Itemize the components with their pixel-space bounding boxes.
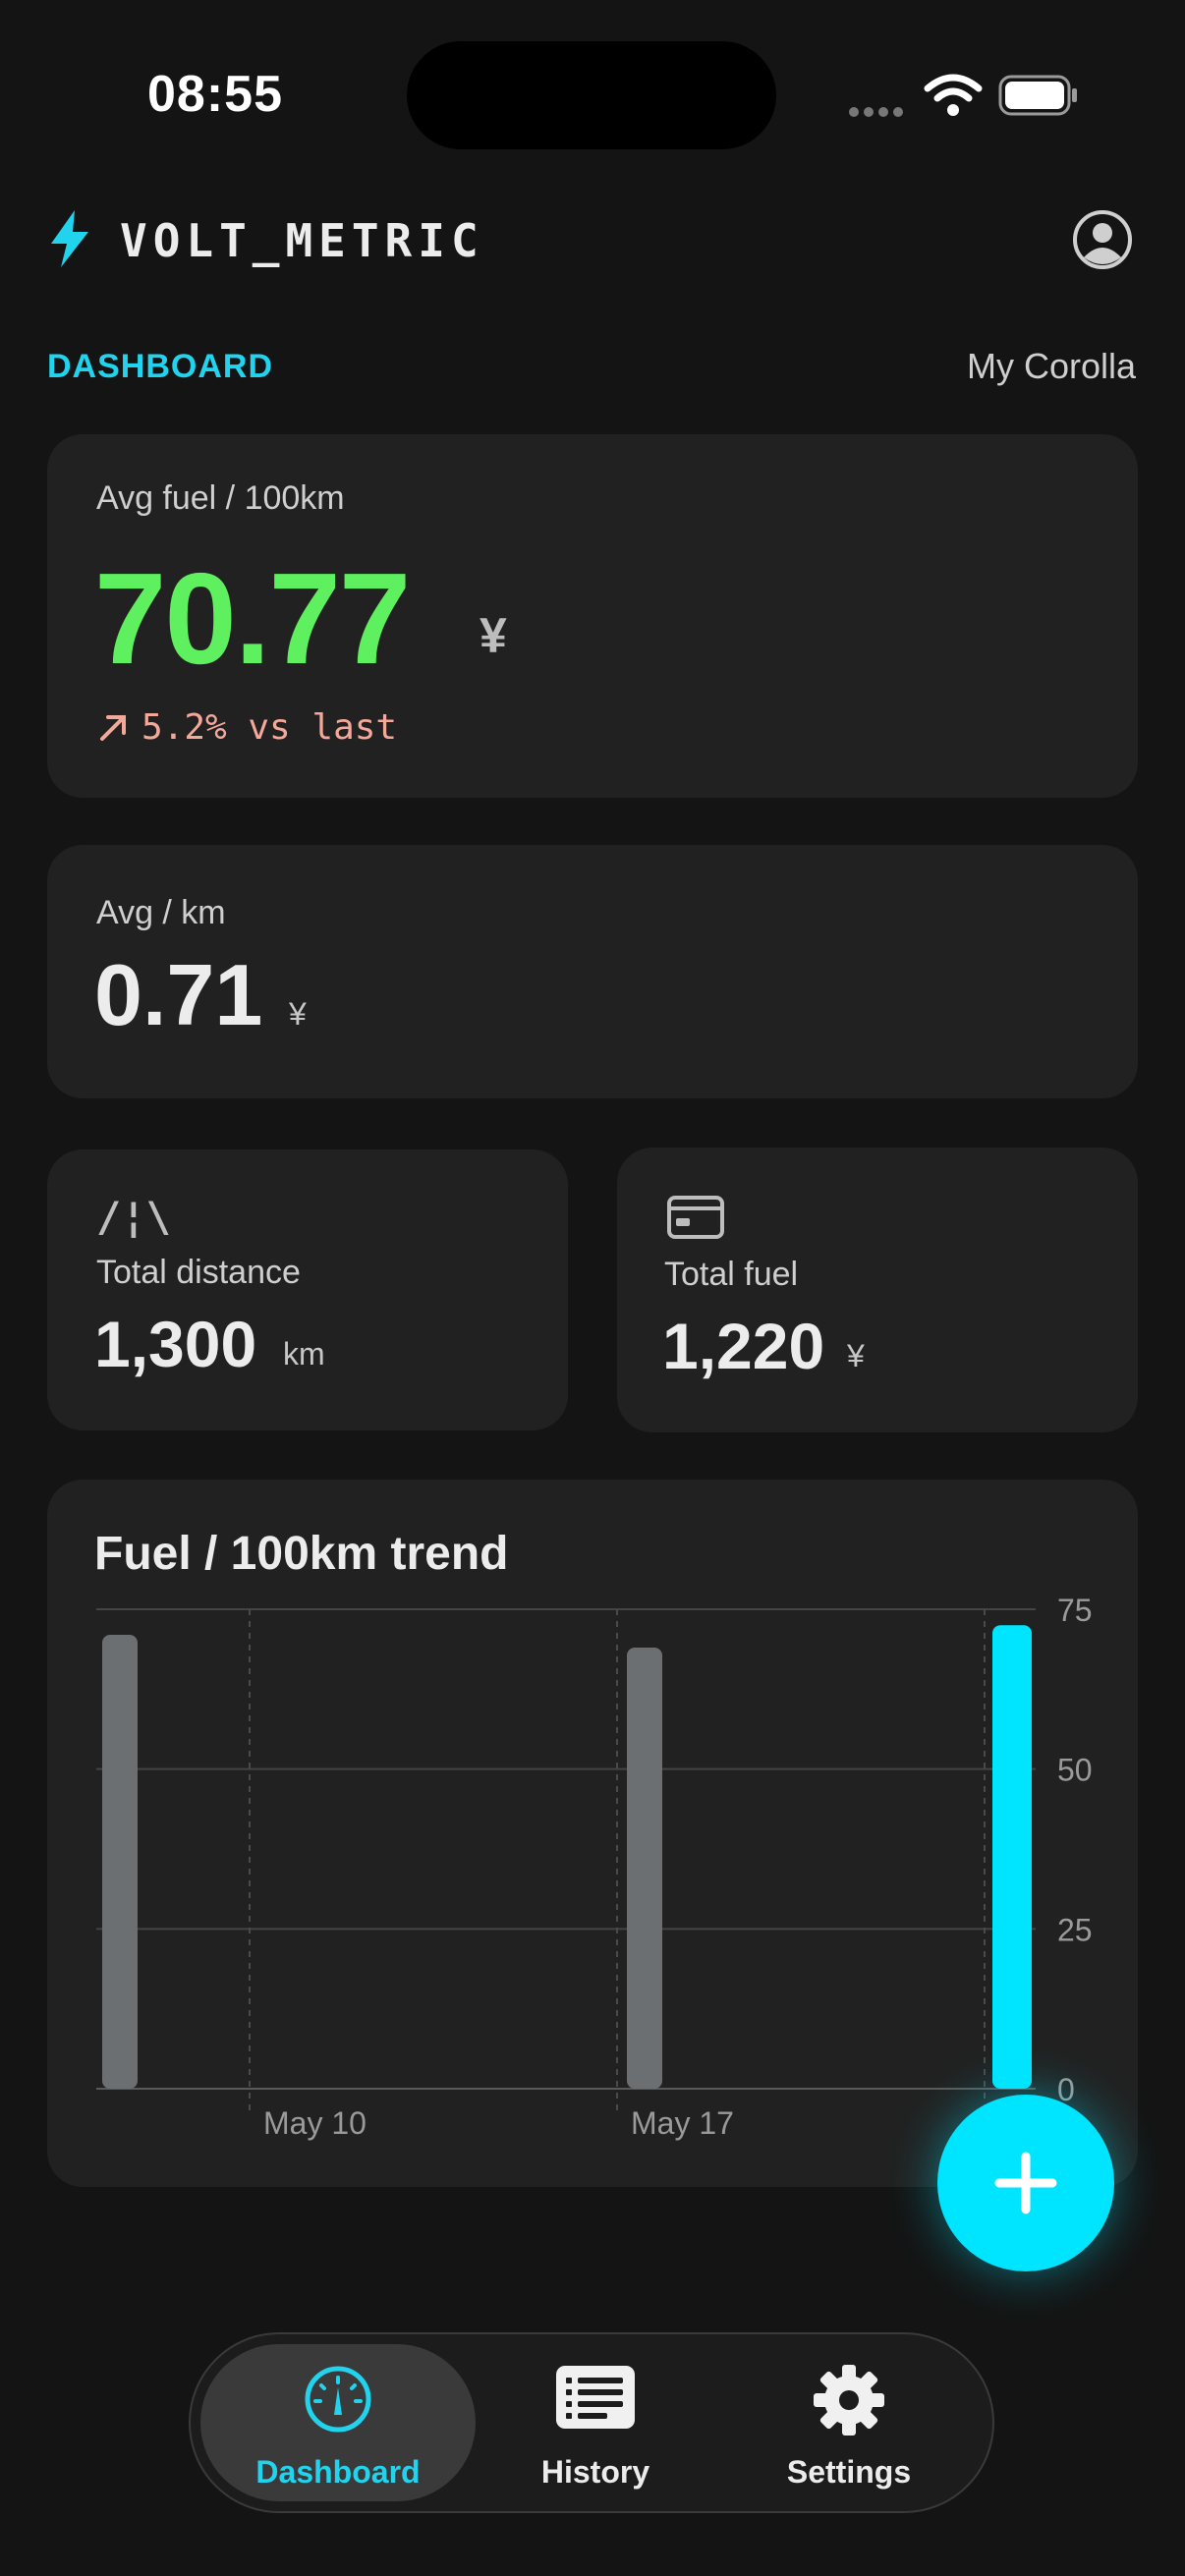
total-distance-value: 1,300: [94, 1308, 257, 1380]
list-icon: [556, 2366, 635, 2429]
x-tick-label: May 10: [263, 2105, 367, 2141]
tab-settings-label: Settings: [786, 2454, 912, 2490]
avg-km-value: 0.71: [94, 946, 263, 1043]
tab-settings[interactable]: Settings: [711, 2344, 987, 2501]
gear-icon: [814, 2365, 884, 2436]
tab-history-label: History: [540, 2454, 650, 2490]
avg-fuel-value: 70.77: [94, 546, 411, 691]
tab-history[interactable]: History: [458, 2344, 733, 2501]
section-title: DASHBOARD: [47, 348, 273, 385]
fuel-trend-chart-card: Fuel / 100km trend 75 50 25 0 May 10 May 17: [47, 1480, 1138, 2187]
avg-km-unit: ¥: [289, 996, 307, 1032]
total-fuel-label: Total fuel: [664, 1256, 799, 1293]
tab-dashboard[interactable]: Dashboard: [200, 2344, 476, 2501]
avg-km-label: Avg / km: [96, 894, 226, 931]
total-fuel-unit: ¥: [847, 1338, 865, 1373]
plus-icon: [994, 2152, 1057, 2214]
app-brand: VOLT_METRIC: [120, 214, 484, 267]
x-tick-label: May 17: [631, 2105, 734, 2141]
status-time: 08:55: [147, 66, 283, 123]
bottom-tab-bar: Dashboard History Settings: [189, 2332, 994, 2513]
battery-icon: [998, 75, 1077, 116]
trend-up-arrow-icon: [100, 715, 126, 741]
credit-card-icon: [667, 1196, 724, 1239]
y-tick-label: 75: [1057, 1593, 1093, 1628]
total-distance-unit: km: [283, 1336, 325, 1372]
bar-current: [992, 1625, 1032, 2089]
y-tick-label: 50: [1057, 1753, 1093, 1788]
vehicle-selector[interactable]: My Corolla: [967, 346, 1136, 387]
bar: [627, 1648, 662, 2089]
bolt-icon: [51, 210, 88, 267]
fuel-trend-chart: 7550250May 10 May 17: [96, 1593, 1093, 2141]
total-fuel-value: 1,220: [662, 1310, 825, 1382]
profile-icon[interactable]: [1071, 208, 1134, 271]
avg-per-km-card: Avg / km 0.71 ¥: [47, 845, 1138, 1098]
wifi-icon: [924, 74, 983, 116]
total-distance-card: /¦\ Total distance 1,300 km: [47, 1149, 568, 1430]
avg-fuel-label: Avg fuel / 100km: [96, 479, 345, 517]
road-icon: /¦\: [96, 1193, 171, 1241]
y-tick-label: 25: [1057, 1912, 1093, 1947]
total-distance-label: Total distance: [96, 1254, 301, 1291]
total-fuel-card: Total fuel 1,220 ¥: [617, 1148, 1138, 1432]
bar: [102, 1635, 138, 2089]
gauge-icon: [305, 2366, 371, 2433]
add-entry-button[interactable]: [937, 2095, 1114, 2271]
avg-fuel-trend: 5.2% vs last: [141, 707, 398, 748]
cellular-signal-icon: [849, 104, 908, 122]
avg-fuel-card: Avg fuel / 100km 70.77 ¥ 5.2% vs last: [47, 434, 1138, 798]
avg-fuel-unit: ¥: [480, 608, 507, 663]
dynamic-island: [407, 41, 776, 149]
tab-dashboard-label: Dashboard: [255, 2454, 421, 2490]
